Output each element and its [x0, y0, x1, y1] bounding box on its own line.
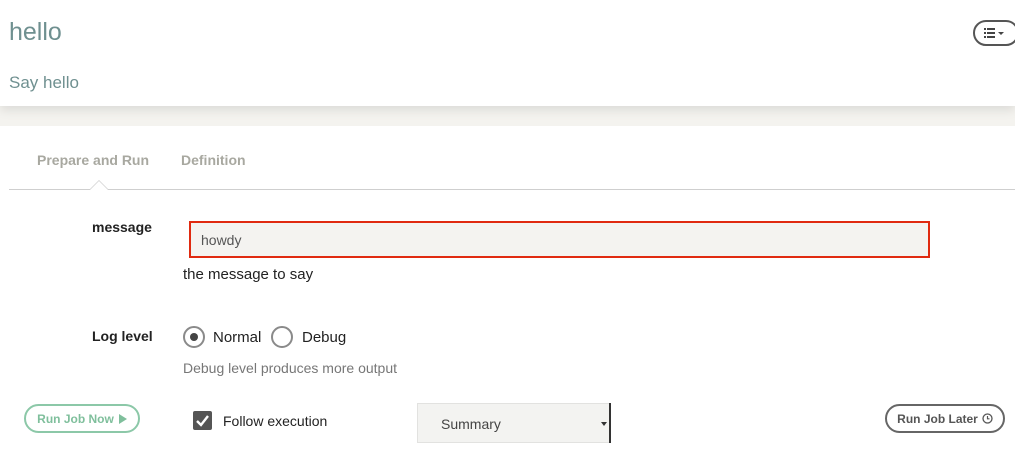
- log-level-description: Debug level produces more output: [183, 360, 398, 376]
- header-band: [0, 106, 1015, 126]
- follow-mode-select[interactable]: Summary: [417, 403, 611, 443]
- run-job-later-button[interactable]: Run Job Later: [885, 404, 1005, 433]
- play-icon: [118, 413, 127, 424]
- run-job-now-label: Run Job Now: [37, 411, 114, 426]
- list-menu-icon: [984, 28, 1004, 38]
- message-option-label: message: [92, 219, 152, 235]
- log-level-normal-radio[interactable]: [183, 326, 205, 348]
- log-level-debug-label[interactable]: Debug: [302, 329, 346, 346]
- log-level-normal-label[interactable]: Normal: [213, 329, 261, 346]
- run-job-later-label: Run Job Later: [897, 411, 978, 426]
- job-header: hello Say hello: [0, 0, 1015, 106]
- job-tabs: Prepare and Run Definition: [9, 126, 1015, 190]
- run-job-now-button[interactable]: Run Job Now: [24, 404, 140, 433]
- tab-definition[interactable]: Definition: [181, 152, 246, 168]
- follow-mode-value: Summary: [441, 416, 501, 432]
- job-description: Say hello: [9, 73, 79, 92]
- message-option-description: the message to say: [183, 266, 314, 283]
- job-title: hello: [9, 18, 62, 46]
- tab-prepare-and-run[interactable]: Prepare and Run: [37, 152, 149, 168]
- checkmark-icon: [196, 415, 209, 427]
- job-actions-menu-button[interactable]: [973, 20, 1015, 46]
- follow-execution-label[interactable]: Follow execution: [223, 413, 327, 429]
- follow-execution-checkbox[interactable]: [193, 411, 212, 430]
- log-level-label: Log level: [92, 328, 153, 344]
- chevron-down-icon: [601, 422, 607, 426]
- clock-icon: [982, 413, 993, 424]
- message-input[interactable]: [189, 221, 930, 258]
- log-level-debug-radio[interactable]: [271, 326, 293, 348]
